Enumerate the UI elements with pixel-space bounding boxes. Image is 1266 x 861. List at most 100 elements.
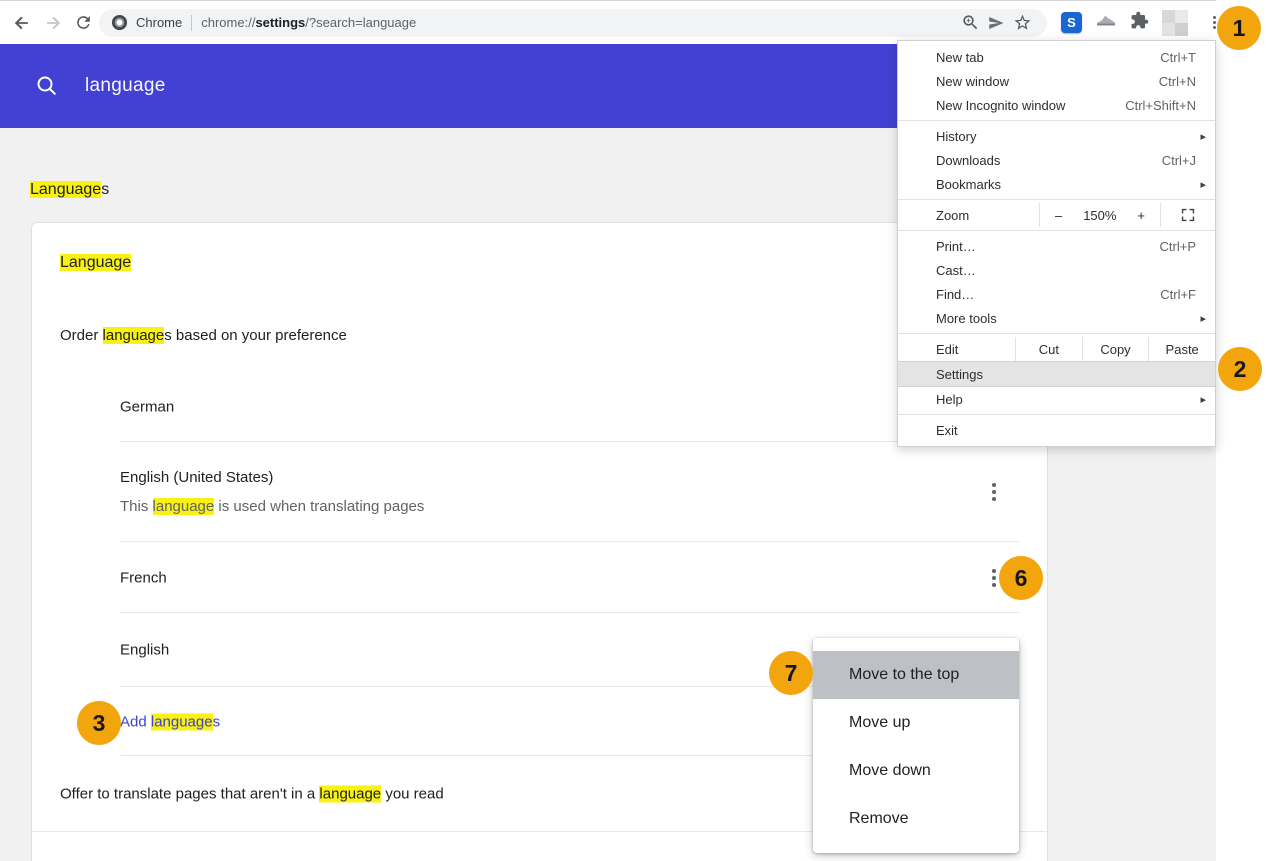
- menu-separator: [898, 230, 1215, 231]
- menu-item-new-incognito-window[interactable]: New Incognito windowCtrl+Shift+N: [898, 93, 1215, 117]
- menu-separator: [898, 333, 1215, 334]
- menu-item-more-tools[interactable]: More tools▸: [898, 306, 1215, 330]
- menu-item-print[interactable]: Print…Ctrl+P: [898, 234, 1215, 258]
- menu-item-label: Print…: [936, 239, 1160, 254]
- menu-item-bookmarks[interactable]: Bookmarks▸: [898, 172, 1215, 196]
- submenu-arrow-icon: ▸: [1200, 178, 1215, 191]
- kebab-menu-icon: [1213, 21, 1216, 24]
- language-name: German: [120, 398, 174, 417]
- add-languages-link[interactable]: Add languages: [120, 713, 220, 730]
- menu-item-edit: Edit Cut Copy Paste: [898, 337, 1215, 361]
- language-name: French: [120, 568, 167, 587]
- menu-item-label: Cast…: [936, 263, 1215, 278]
- language-row-english-us: English (United States) This language is…: [32, 442, 1047, 542]
- search-icon: [36, 75, 58, 97]
- annotation-badge-1: 1: [1217, 6, 1261, 50]
- language-options-button[interactable]: [992, 490, 996, 494]
- url-divider: [191, 15, 192, 31]
- zoom-in-button[interactable]: +: [1137, 208, 1145, 223]
- menu-item-new-tab[interactable]: New tabCtrl+T: [898, 45, 1215, 69]
- forward-button[interactable]: [37, 6, 68, 40]
- menu-item-label: New Incognito window: [936, 98, 1125, 113]
- order-post: s based on your preference: [164, 327, 347, 344]
- settings-search-input[interactable]: language: [85, 75, 166, 97]
- reload-icon: [74, 13, 93, 32]
- submenu-arrow-icon: ▸: [1200, 393, 1215, 406]
- annotation-badge-6: 6: [999, 556, 1043, 600]
- menu-item-settings[interactable]: Settings: [898, 361, 1215, 387]
- edit-label: Edit: [898, 337, 1015, 361]
- browser-toolbar: Chrome chrome://settings/?search=languag…: [0, 1, 1216, 44]
- s-extension-icon[interactable]: S: [1061, 12, 1082, 33]
- menu-item-label: New window: [936, 74, 1159, 89]
- star-outline-icon: [1013, 13, 1032, 32]
- annotation-badge-3: 3: [77, 701, 121, 745]
- zoom-out-button[interactable]: –: [1055, 208, 1062, 223]
- menu-item-find[interactable]: Find…Ctrl+F: [898, 282, 1215, 306]
- zoom-in-icon: [961, 13, 980, 32]
- url-bar[interactable]: Chrome chrome://settings/?search=languag…: [99, 9, 1047, 37]
- language-options-button[interactable]: [992, 576, 996, 580]
- menu-item-shortcut: Ctrl+F: [1160, 287, 1215, 302]
- subtitle-pre: This: [120, 498, 153, 515]
- puzzle-extensions-icon[interactable]: [1130, 11, 1149, 35]
- annotation-badge-2: 2: [1218, 347, 1262, 391]
- language-context-menu: Move to the top Move up Move down Remove: [813, 638, 1019, 853]
- fullscreen-button[interactable]: [1161, 203, 1215, 227]
- menu-separator: [898, 414, 1215, 415]
- menu-item-shortcut: Ctrl+J: [1162, 153, 1215, 168]
- menu-item-shortcut: Ctrl+Shift+N: [1125, 98, 1215, 113]
- subtitle-post: is used when translating pages: [214, 498, 424, 515]
- url-bold-segment: settings: [255, 15, 305, 30]
- language-row-german: German: [32, 372, 1047, 442]
- submenu-arrow-icon: ▸: [1200, 312, 1215, 325]
- screenshot-root: { "browser": { "url": { "site": "Chrome"…: [0, 0, 1266, 861]
- zoom-level-button[interactable]: [957, 10, 983, 36]
- fullscreen-icon: [1181, 208, 1195, 222]
- back-button[interactable]: [6, 6, 37, 40]
- context-item-move-to-top[interactable]: Move to the top: [813, 651, 1019, 699]
- menu-item-help[interactable]: Help▸: [898, 387, 1215, 411]
- submenu-arrow-icon: ▸: [1200, 130, 1215, 143]
- menu-item-shortcut: Ctrl+N: [1159, 74, 1215, 89]
- language-row-french: French: [32, 542, 1047, 613]
- add-post: s: [213, 713, 221, 730]
- menu-item-shortcut: Ctrl+T: [1160, 50, 1215, 65]
- reload-button[interactable]: [68, 6, 99, 40]
- add-highlight: language: [151, 713, 213, 730]
- zoom-controls: – 150% +: [1039, 203, 1161, 227]
- menu-item-history[interactable]: History▸: [898, 124, 1215, 148]
- context-item-move-up[interactable]: Move up: [813, 699, 1019, 747]
- card-title: Language: [32, 223, 1047, 272]
- language-name: English: [120, 641, 169, 660]
- url-text: chrome://settings/?search=language: [201, 15, 416, 30]
- menu-item-exit[interactable]: Exit: [898, 418, 1215, 442]
- add-pre: Add: [120, 713, 151, 730]
- menu-item-label: History: [936, 129, 1200, 144]
- offer-translate-label: Offer to translate pages that aren't in …: [60, 785, 444, 804]
- send-to-device-button[interactable]: [983, 10, 1009, 36]
- menu-item-new-window[interactable]: New windowCtrl+N: [898, 69, 1215, 93]
- menu-item-zoom: Zoom – 150% +: [898, 203, 1215, 227]
- cut-button[interactable]: Cut: [1015, 337, 1082, 361]
- order-pre: Order: [60, 327, 103, 344]
- bookmark-button[interactable]: [1009, 10, 1035, 36]
- send-icon: [987, 14, 1005, 32]
- profile-avatar[interactable]: [1162, 10, 1188, 36]
- offer-post: you read: [381, 786, 444, 803]
- context-item-move-down[interactable]: Move down: [813, 747, 1019, 795]
- menu-item-label: New tab: [936, 50, 1160, 65]
- offer-highlight: language: [319, 786, 381, 803]
- sneaker-extension-icon[interactable]: [1095, 11, 1117, 34]
- language-subtitle: This language is used when translating p…: [120, 497, 424, 516]
- annotation-badge-7: 7: [769, 651, 813, 695]
- menu-item-cast[interactable]: Cast…: [898, 258, 1215, 282]
- paste-button[interactable]: Paste: [1148, 337, 1215, 361]
- menu-separator: [898, 199, 1215, 200]
- menu-item-label: More tools: [936, 311, 1200, 326]
- context-item-remove[interactable]: Remove: [813, 795, 1019, 843]
- copy-button[interactable]: Copy: [1082, 337, 1149, 361]
- subtitle-highlight: language: [153, 498, 215, 515]
- menu-item-downloads[interactable]: DownloadsCtrl+J: [898, 148, 1215, 172]
- extensions-area: S: [1061, 10, 1227, 36]
